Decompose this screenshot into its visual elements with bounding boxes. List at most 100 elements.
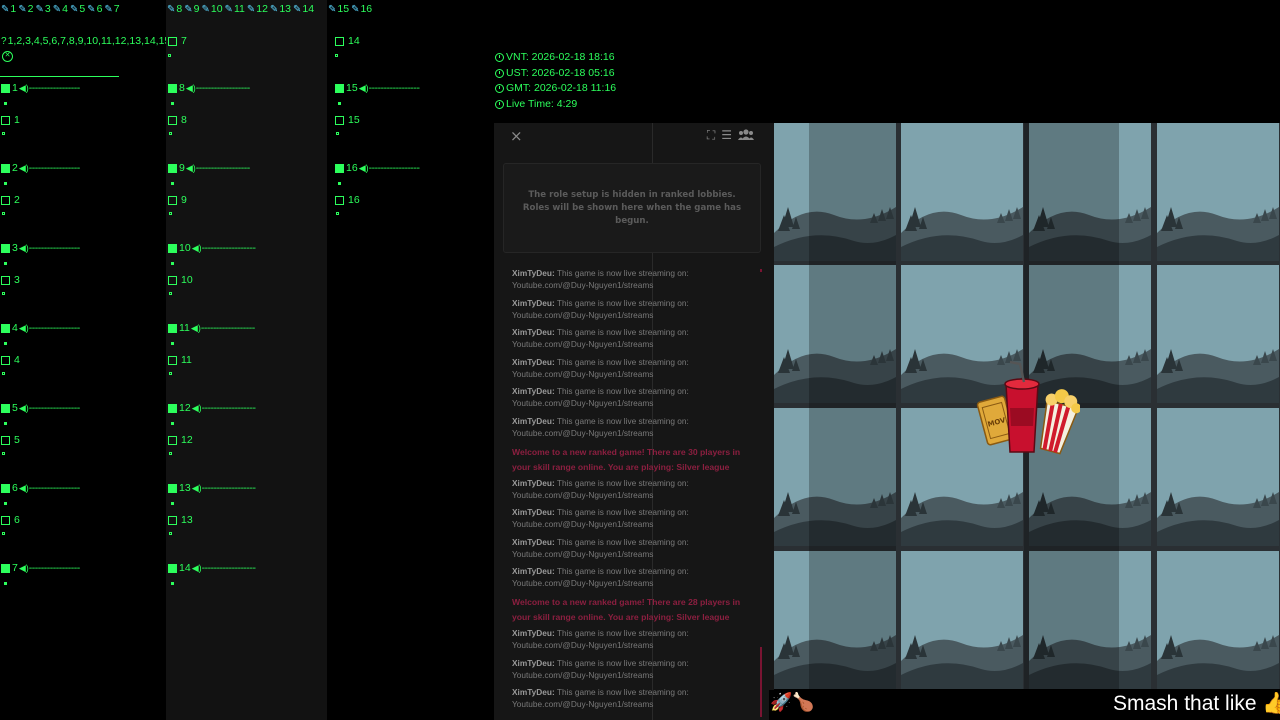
expand-icon[interactable]: ⛶: [707, 128, 715, 144]
checkbox-slot-9[interactable]: 9: [168, 194, 187, 206]
tab-13[interactable]: ✎ 13: [270, 3, 291, 15]
list-icon[interactable]: ☰: [721, 128, 732, 144]
checkbox-slot-4[interactable]: 4: [1, 354, 20, 366]
tab-16[interactable]: ✎ 16: [351, 3, 372, 15]
speaker-icon[interactable]: ◀): [19, 563, 29, 574]
voice-slot-8[interactable]: 8 ◀) ------------------: [168, 82, 250, 94]
checkbox-slot-1[interactable]: 1: [1, 114, 20, 126]
status-dot: [171, 262, 174, 265]
voice-slot-11[interactable]: 11 ◀) ------------------: [168, 322, 255, 334]
checkbox-slot-2[interactable]: 2: [1, 194, 20, 206]
slot-divider: ------------------: [201, 242, 256, 254]
checkbox[interactable]: [1, 515, 10, 525]
close-icon[interactable]: ×: [510, 127, 523, 145]
player-card[interactable]: [1157, 123, 1279, 261]
checkbox[interactable]: [1, 195, 10, 205]
checkbox-slot-6[interactable]: 6: [1, 514, 20, 526]
checkbox[interactable]: [168, 36, 177, 46]
tab-5[interactable]: ✎ 5: [70, 3, 85, 15]
clock-text: UST: 2026-02-18 05:16: [506, 67, 615, 79]
tab-8[interactable]: ✎ 8: [167, 3, 182, 15]
checkbox-top-3[interactable]: 14: [335, 35, 360, 47]
checkbox-slot-15[interactable]: 15: [335, 114, 360, 126]
checkbox[interactable]: [1, 275, 10, 285]
checkbox-slot-16[interactable]: 16: [335, 194, 360, 206]
checkbox-top-2[interactable]: 7: [168, 35, 187, 47]
speaker-icon[interactable]: ◀): [186, 83, 196, 94]
tab-1[interactable]: ✎ 1: [1, 3, 16, 15]
speaker-icon[interactable]: ◀): [186, 163, 196, 174]
checkbox[interactable]: [168, 115, 177, 125]
tab-9[interactable]: ✎ 9: [184, 3, 199, 15]
players-icon[interactable]: [738, 128, 754, 144]
checkbox[interactable]: [168, 195, 177, 205]
slot-number: 7: [12, 562, 18, 574]
checkbox[interactable]: [168, 275, 177, 285]
tab-12[interactable]: ✎ 12: [247, 3, 268, 15]
speaker-icon[interactable]: ◀): [359, 163, 369, 174]
speaker-icon[interactable]: ◀): [192, 563, 202, 574]
tab-11[interactable]: ✎ 11: [225, 3, 245, 15]
voice-slot-2[interactable]: 2 ◀) -----------------: [1, 162, 80, 174]
speaker-icon[interactable]: ◀): [19, 83, 29, 94]
tab-6[interactable]: ✎ 6: [87, 3, 102, 15]
tab-7[interactable]: ✎ 7: [104, 3, 119, 15]
checkbox[interactable]: [168, 355, 177, 365]
voice-slot-13[interactable]: 13 ◀) ------------------: [168, 482, 256, 494]
voice-slot-4[interactable]: 4 ◀) -----------------: [1, 322, 80, 334]
checkbox[interactable]: [335, 36, 344, 46]
checkbox[interactable]: [1, 355, 10, 365]
checkbox-slot-12[interactable]: 12: [168, 434, 193, 446]
voice-slot-7[interactable]: 7 ◀) -----------------: [1, 562, 80, 574]
voice-slot-1[interactable]: 1 ◀) -----------------: [1, 82, 80, 94]
speaker-icon[interactable]: ◀): [19, 483, 29, 494]
chat-scrollbar[interactable]: [760, 647, 762, 717]
tab-2[interactable]: ✎ 2: [18, 3, 33, 15]
checkbox-slot-5[interactable]: 5: [1, 434, 20, 446]
voice-slot-12[interactable]: 12 ◀) ------------------: [168, 402, 256, 414]
tab-4[interactable]: ✎ 4: [53, 3, 68, 15]
checkbox-slot-8[interactable]: 8: [168, 114, 187, 126]
reset-icon[interactable]: ✕: [2, 51, 13, 62]
tab-14[interactable]: ✎ 14: [293, 3, 314, 15]
player-card[interactable]: [1157, 408, 1279, 546]
status-dot: [2, 132, 5, 135]
voice-slot-6[interactable]: 6 ◀) -----------------: [1, 482, 80, 494]
checkbox[interactable]: [1, 115, 10, 125]
speaker-icon[interactable]: ◀): [192, 243, 202, 254]
speaker-icon[interactable]: ◀): [19, 403, 29, 414]
tab-10[interactable]: ✎ 10: [201, 3, 222, 15]
tab-bar-1: ✎ 1 ✎ 2 ✎ 3 ✎ 4 ✎ 5 ✎ 6 ✎ 7: [1, 3, 122, 15]
voice-slot-10[interactable]: 10 ◀) ------------------: [168, 242, 256, 254]
tab-3[interactable]: ✎ 3: [35, 3, 50, 15]
speaker-icon[interactable]: ◀): [19, 163, 29, 174]
help-icon[interactable]: ?: [1, 36, 7, 47]
speaker-icon[interactable]: ◀): [19, 323, 29, 334]
checkbox[interactable]: [335, 195, 344, 205]
voice-slot-16[interactable]: 16 ◀) -----------------: [335, 162, 420, 174]
voice-slot-14[interactable]: 14 ◀) ------------------: [168, 562, 256, 574]
tab-15[interactable]: ✎ 15: [328, 3, 349, 15]
voice-slot-3[interactable]: 3 ◀) -----------------: [1, 242, 80, 254]
speaker-icon[interactable]: ◀): [192, 403, 202, 414]
checkbox-slot-3[interactable]: 3: [1, 274, 20, 286]
speaker-icon[interactable]: ◀): [359, 83, 369, 94]
voice-slot-9[interactable]: 9 ◀) ------------------: [168, 162, 250, 174]
player-card[interactable]: [901, 551, 1023, 689]
checkbox[interactable]: [168, 435, 177, 445]
voice-slot-15[interactable]: 15 ◀) -----------------: [335, 82, 420, 94]
speaker-icon[interactable]: ◀): [192, 483, 202, 494]
clock-text: Live Time: 4:29: [506, 98, 578, 110]
checkbox[interactable]: [1, 435, 10, 445]
player-card[interactable]: [1157, 265, 1279, 403]
checkbox[interactable]: [168, 515, 177, 525]
speaker-icon[interactable]: ◀): [191, 323, 201, 334]
checkbox-slot-10[interactable]: 10: [168, 274, 193, 286]
speaker-icon[interactable]: ◀): [19, 243, 29, 254]
checkbox-slot-13[interactable]: 13: [168, 514, 193, 526]
voice-slot-5[interactable]: 5 ◀) -----------------: [1, 402, 80, 414]
checkbox[interactable]: [335, 115, 344, 125]
player-card[interactable]: [1157, 551, 1279, 689]
player-card[interactable]: [901, 123, 1023, 261]
checkbox-slot-11[interactable]: 11: [168, 354, 192, 366]
